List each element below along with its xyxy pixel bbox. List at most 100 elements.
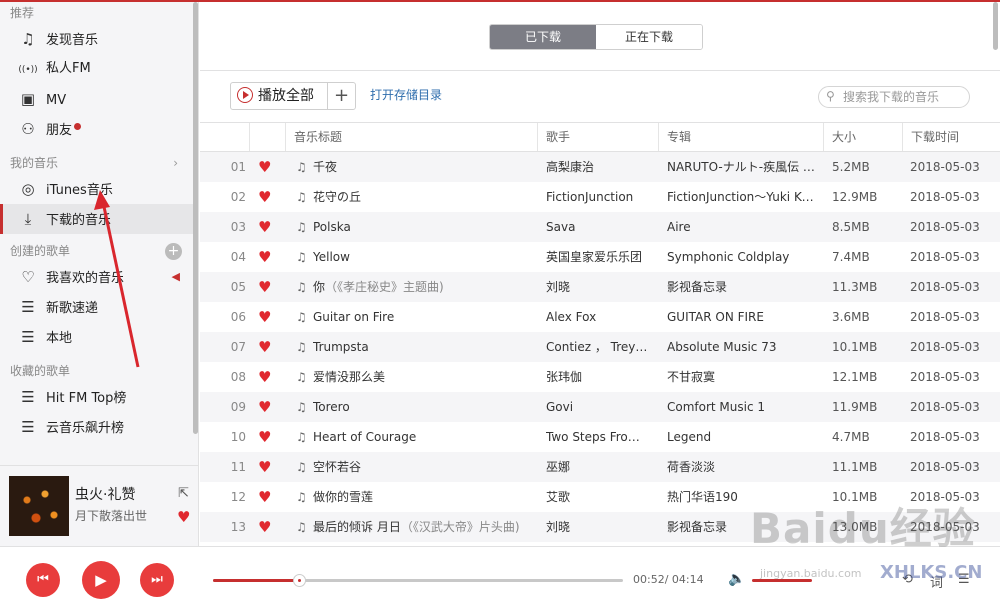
heart-icon[interactable]: ♥: [258, 422, 274, 452]
progress-knob[interactable]: [293, 574, 307, 587]
heart-icon[interactable]: ♥: [258, 212, 274, 242]
heart-icon[interactable]: ♥: [258, 302, 274, 332]
section-label: 收藏的歌单: [10, 364, 71, 378]
itunes-icon: ◎: [21, 180, 35, 198]
table-row[interactable]: 07 ♥ ♫ Trumpsta Contiez ， Treyy G Absolute Mu…: [200, 332, 1000, 362]
album-cover[interactable]: [9, 476, 69, 536]
song-artist[interactable]: 英国皇家爱乐乐团: [546, 242, 650, 272]
song-album[interactable]: 不甘寂寞: [667, 362, 815, 392]
heart-icon[interactable]: ♥: [258, 482, 274, 512]
table-row[interactable]: 01 ♥ ♫ 千夜 高梨康治 NARUTO-ナルト-疾風伝 … 5.2MB 2018-05-0…: [200, 152, 1000, 182]
table-row[interactable]: 13 ♥ ♫ 最后的倾诉 月日（《汉武大帝》片头曲) 刘晓 影视备忘录 13.0MB 2018…: [200, 512, 1000, 542]
volume-icon[interactable]: 🔈: [728, 571, 745, 587]
main-scrollbar[interactable]: [993, 2, 998, 50]
music-note-icon: ♫: [296, 430, 307, 444]
song-album[interactable]: FictionJunction～Yuki Kaj…: [667, 182, 815, 212]
song-artist[interactable]: 高梨康治: [546, 152, 650, 182]
song-artist[interactable]: 刘晓: [546, 512, 650, 542]
sidebar-item[interactable]: ☰ 本地: [0, 322, 198, 352]
progress-bar[interactable]: [213, 574, 623, 587]
song-album[interactable]: NARUTO-ナルト-疾風伝 …: [667, 152, 815, 182]
table-row[interactable]: 10 ♥ ♫ Heart of Courage Two Steps From … Lege…: [200, 422, 1000, 452]
lyrics-icon[interactable]: 词: [930, 572, 943, 591]
header-download-time[interactable]: 下载时间: [902, 123, 1000, 151]
song-album[interactable]: GUITAR ON FIRE: [667, 302, 815, 332]
song-album[interactable]: Symphonic Coldplay: [667, 242, 815, 272]
play-mode-icon[interactable]: ⟲: [902, 572, 913, 587]
next-track-button[interactable]: ⏭: [140, 563, 174, 597]
sidebar-item[interactable]: ☰ 新歌速递: [0, 292, 198, 322]
playlist-icon[interactable]: ☰: [958, 572, 970, 587]
header-title[interactable]: 音乐标题: [285, 123, 537, 151]
tab-downloaded[interactable]: 已下载: [490, 25, 596, 49]
like-heart-icon[interactable]: ♥: [177, 508, 190, 526]
table-row[interactable]: 04 ♥ ♫ Yellow 英国皇家爱乐乐团 Symphonic Coldplay 7.4M…: [200, 242, 1000, 272]
header-album[interactable]: 专辑: [658, 123, 823, 151]
heart-icon[interactable]: ♥: [258, 152, 274, 182]
song-album[interactable]: 荷香淡淡: [667, 452, 815, 482]
sidebar-item[interactable]: ◎ iTunes音乐: [0, 174, 198, 204]
song-album[interactable]: 热门华语190: [667, 482, 815, 512]
song-album[interactable]: 影视备忘录: [667, 512, 815, 542]
table-row[interactable]: 05 ♥ ♫ 你（《孝庄秘史》主题曲) 刘晓 影视备忘录 11.3MB 2018-05-03: [200, 272, 1000, 302]
chevron-right-icon[interactable]: ›: [173, 152, 178, 174]
song-album[interactable]: Legend: [667, 422, 815, 452]
share-icon[interactable]: ⇱: [178, 486, 189, 501]
table-row[interactable]: 06 ♥ ♫ Guitar on Fire Alex Fox GUITAR ON FIRE…: [200, 302, 1000, 332]
song-artist[interactable]: Alex Fox: [546, 302, 650, 332]
section-my-music[interactable]: 我的音乐 ›: [0, 152, 198, 174]
now-playing-artist[interactable]: 月下散落出世: [75, 507, 147, 524]
sidebar-item[interactable]: ☰ 云音乐飙升榜: [0, 412, 198, 442]
song-title-text: 你: [313, 280, 326, 294]
table-row[interactable]: 03 ♥ ♫ Polska Sava Aire 8.5MB 2018-05-03: [200, 212, 1000, 242]
sidebar-item[interactable]: ⚇ 朋友: [0, 114, 198, 144]
add-to-playlist-button[interactable]: +: [327, 83, 355, 109]
heart-icon[interactable]: ♥: [258, 242, 274, 272]
song-artist[interactable]: 巫娜: [546, 452, 650, 482]
sidebar-item[interactable]: ((•)) 私人FM: [0, 54, 198, 84]
search-input[interactable]: ⚲ 搜索我下载的音乐: [818, 86, 970, 108]
song-artist[interactable]: Two Steps From …: [546, 422, 650, 452]
music-note-icon: ♫: [296, 250, 307, 264]
song-artist[interactable]: Contiez ， Treyy G: [546, 332, 650, 362]
tab-downloading[interactable]: 正在下载: [596, 25, 702, 49]
table-row[interactable]: 09 ♥ ♫ Torero Govi Comfort Music 1 11.9MB 2018-…: [200, 392, 1000, 422]
now-playing-panel[interactable]: 虫火·礼赞 月下散落出世 ⇱ ♥: [0, 465, 199, 546]
play-all-button[interactable]: 播放全部: [231, 83, 327, 109]
song-album[interactable]: Aire: [667, 212, 815, 242]
play-button[interactable]: ▶: [82, 561, 120, 599]
volume-slider[interactable]: [752, 579, 812, 582]
heart-icon[interactable]: ♥: [258, 452, 274, 482]
table-row[interactable]: 11 ♥ ♫ 空怀若谷 巫娜 荷香淡淡 11.1MB 2018-05-03: [200, 452, 1000, 482]
song-album[interactable]: Comfort Music 1: [667, 392, 815, 422]
song-artist[interactable]: 刘晓: [546, 272, 650, 302]
sidebar-item[interactable]: ♡ 我喜欢的音乐 ◀: [0, 262, 198, 292]
heart-icon[interactable]: ♥: [258, 272, 274, 302]
song-artist[interactable]: 艾歌: [546, 482, 650, 512]
heart-icon[interactable]: ♥: [258, 392, 274, 422]
add-playlist-icon[interactable]: +: [165, 243, 182, 260]
download-date: 2018-05-03: [910, 280, 980, 294]
sidebar-scrollbar[interactable]: [193, 2, 198, 434]
heart-icon[interactable]: ♥: [258, 182, 274, 212]
sidebar-item[interactable]: ⤓ 下载的音乐: [0, 204, 198, 234]
song-album[interactable]: Absolute Music 73: [667, 332, 815, 362]
header-artist[interactable]: 歌手: [537, 123, 658, 151]
table-row[interactable]: 08 ♥ ♫ 爱情没那么美 张玮伽 不甘寂寞 12.1MB 2018-05-03: [200, 362, 1000, 392]
heart-icon[interactable]: ♥: [258, 332, 274, 362]
song-artist[interactable]: Govi: [546, 392, 650, 422]
header-size[interactable]: 大小: [823, 123, 902, 151]
previous-track-button[interactable]: ⏮: [26, 563, 60, 597]
heart-icon[interactable]: ♥: [258, 362, 274, 392]
heart-icon[interactable]: ♥: [258, 512, 274, 542]
open-storage-dir-link[interactable]: 打开存储目录: [370, 86, 442, 103]
table-row[interactable]: 12 ♥ ♫ 做你的雪莲 艾歌 热门华语190 10.1MB 2018-05-03: [200, 482, 1000, 512]
sidebar-item[interactable]: ▣ MV: [0, 84, 198, 114]
song-artist[interactable]: FictionJunction: [546, 182, 650, 212]
song-artist[interactable]: Sava: [546, 212, 650, 242]
song-album[interactable]: 影视备忘录: [667, 272, 815, 302]
song-artist[interactable]: 张玮伽: [546, 362, 650, 392]
table-row[interactable]: 02 ♥ ♫ 花守の丘 FictionJunction FictionJunction～Y…: [200, 182, 1000, 212]
sidebar-item[interactable]: ♫ 发现音乐: [0, 24, 198, 54]
sidebar-item[interactable]: ☰ Hit FM Top榜: [0, 382, 198, 412]
